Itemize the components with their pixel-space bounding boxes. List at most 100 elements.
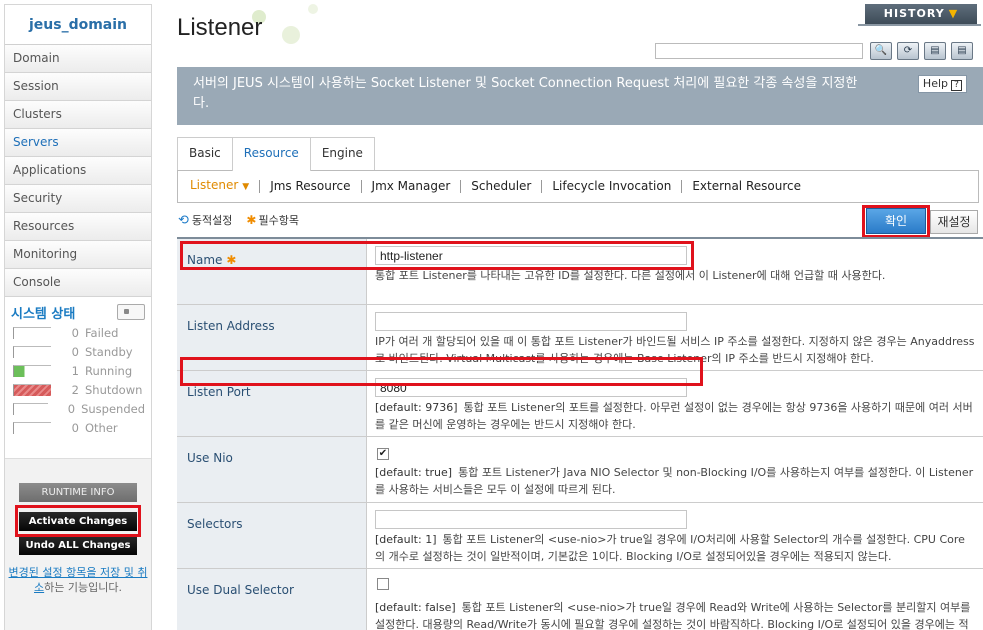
field-body: ✔ [default: true] 통합 포트 Listener가 Java NI… bbox=[367, 437, 983, 502]
sidebar-item-session[interactable]: Session bbox=[5, 73, 151, 101]
domain-title[interactable]: jeus_domain bbox=[5, 5, 151, 45]
tab-basic[interactable]: Basic bbox=[177, 137, 233, 170]
legend: ⟲ 동적설정 ✱ 필수항목 bbox=[178, 212, 299, 228]
status-bar bbox=[13, 345, 51, 358]
field-body: IP가 여러 개 할당되어 있을 때 이 통합 포트 Listener가 바인드… bbox=[367, 305, 983, 370]
required-icon: ✱ bbox=[226, 253, 237, 267]
tab-resource[interactable]: Resource bbox=[231, 137, 311, 171]
field-body: [default: false] 통합 포트 Listener의 <use-nio… bbox=[367, 569, 983, 630]
field-label: Listen Address bbox=[177, 305, 367, 370]
search-input[interactable] bbox=[655, 43, 863, 59]
field-label: Selectors bbox=[177, 503, 367, 568]
main-content: Listener HISTORY ▼ 🔍 ⟳ ▤ ▤ 서버의 JEUS 시스템이 … bbox=[160, 0, 983, 630]
default-value: [default: 9736] bbox=[375, 401, 458, 414]
status-bar bbox=[13, 383, 51, 396]
undo-all-changes-button[interactable]: Undo ALL Changes bbox=[19, 536, 137, 555]
use-nio-help: 통합 포트 Listener가 Java NIO Selector 및 non-… bbox=[375, 466, 974, 496]
status-label: Suspended bbox=[81, 401, 145, 416]
history-underline bbox=[858, 24, 981, 26]
xml-export-icon[interactable]: ▤ bbox=[924, 42, 946, 60]
sub-tab-label: Listener bbox=[190, 178, 239, 192]
status-label: Failed bbox=[85, 325, 119, 340]
runtime-info-button[interactable]: RUNTIME INFO bbox=[19, 483, 137, 502]
default-value: [default: 1] bbox=[375, 533, 437, 546]
reset-button[interactable]: 재설정 bbox=[930, 210, 978, 234]
sidebar-item-clusters[interactable]: Clusters bbox=[5, 101, 151, 129]
use-nio-checkbox[interactable]: ✔ bbox=[377, 448, 389, 460]
sub-tab-jmx-manager[interactable]: Jmx Manager bbox=[360, 180, 461, 193]
use-dual-selector-help: 통합 포트 Listener의 <use-nio>가 true일 경우에 Rea… bbox=[375, 601, 971, 630]
use-dual-selector-checkbox[interactable] bbox=[377, 578, 389, 590]
form-row-name: Name✱ 통합 포트 Listener를 나타내는 고유한 ID를 설정한다.… bbox=[177, 239, 983, 305]
sub-tab-scheduler[interactable]: Scheduler bbox=[460, 180, 541, 193]
xml-import-icon[interactable]: ▤ bbox=[951, 42, 973, 60]
status-bar bbox=[13, 421, 51, 434]
search-icon[interactable]: 🔍 bbox=[870, 42, 892, 60]
history-button[interactable]: HISTORY ▼ bbox=[865, 4, 977, 24]
activate-changes-button[interactable]: Activate Changes bbox=[19, 512, 137, 531]
status-row-failed: 0 Failed bbox=[11, 323, 145, 342]
tab-engine[interactable]: Engine bbox=[309, 137, 375, 170]
sidebar-item-servers[interactable]: Servers bbox=[5, 129, 151, 157]
sidebar-item-domain[interactable]: Domain bbox=[5, 45, 151, 73]
status-label: Shutdown bbox=[85, 382, 143, 397]
form-row-selectors: Selectors [default: 1] 통합 포트 Listener의 <u… bbox=[177, 503, 983, 569]
ok-button[interactable]: 확인 bbox=[866, 208, 926, 234]
status-label: Other bbox=[85, 420, 118, 435]
decor-dot bbox=[282, 26, 300, 44]
status-count: 0 bbox=[71, 420, 79, 435]
sub-tab-external-resource[interactable]: External Resource bbox=[681, 180, 811, 193]
status-row-shutdown: 2 Shutdown bbox=[11, 380, 145, 399]
status-count: 0 bbox=[67, 401, 76, 416]
status-count: 2 bbox=[71, 382, 79, 397]
sub-tab-lifecycle-invocation[interactable]: Lifecycle Invocation bbox=[541, 180, 681, 193]
sub-tab-listener[interactable]: Listener ▼ bbox=[186, 179, 259, 194]
sidebar-item-resources[interactable]: Resources bbox=[5, 213, 151, 241]
status-row-suspended: 0 Suspended bbox=[11, 399, 145, 418]
refresh-icon[interactable]: ⟳ bbox=[897, 42, 919, 60]
status-row-other: 0 Other bbox=[11, 418, 145, 437]
default-value: [default: true] bbox=[375, 466, 453, 479]
name-field[interactable] bbox=[375, 246, 687, 265]
status-row-running: 1 Running bbox=[11, 361, 145, 380]
monitor-icon[interactable] bbox=[117, 304, 145, 320]
chevron-down-icon: ▼ bbox=[948, 7, 959, 20]
status-bar bbox=[13, 326, 51, 339]
status-row-standby: 0 Standby bbox=[11, 342, 145, 361]
form-row-use-nio: Use Nio ✔ [default: true] 통합 포트 Listener가… bbox=[177, 437, 983, 503]
sidebar-item-applications[interactable]: Applications bbox=[5, 157, 151, 185]
selectors-field[interactable] bbox=[375, 510, 687, 529]
sub-tab-bar: Listener ▼ Jms Resource Jmx Manager Sched… bbox=[177, 170, 979, 203]
sidebar-item-console[interactable]: Console bbox=[5, 269, 151, 297]
listen-port-help: 통합 포트 Listener의 포트를 설정한다. 아무런 설정이 없는 경우에… bbox=[375, 401, 973, 431]
legend-dynamic: 동적설정 bbox=[191, 214, 233, 227]
required-icon: ✱ bbox=[246, 213, 257, 227]
listen-port-field[interactable] bbox=[375, 378, 687, 397]
sidebar-item-monitoring[interactable]: Monitoring bbox=[5, 241, 151, 269]
status-count: 1 bbox=[71, 363, 79, 378]
status-count: 0 bbox=[71, 325, 79, 340]
field-body: 통합 포트 Listener를 나타내는 고유한 ID를 설정한다. 다른 설정… bbox=[367, 239, 983, 304]
runtime-panel: RUNTIME INFO Activate Changes Undo ALL C… bbox=[5, 473, 151, 630]
listener-form: Name✱ 통합 포트 Listener를 나타내는 고유한 ID를 설정한다.… bbox=[177, 237, 983, 630]
name-label: Name bbox=[187, 253, 223, 267]
dynamic-setting-icon: ⟲ bbox=[178, 212, 189, 228]
admin-console: jeus_domain Domain Session Clusters Serv… bbox=[0, 0, 983, 630]
description-text: 서버의 JEUS 시스템이 사용하는 Socket Listener 및 Soc… bbox=[193, 76, 858, 111]
status-bar bbox=[13, 402, 48, 415]
default-value: [default: false] bbox=[375, 601, 456, 614]
sub-tab-jms-resource[interactable]: Jms Resource bbox=[259, 180, 360, 193]
status-label: Running bbox=[85, 363, 133, 378]
listen-address-field[interactable] bbox=[375, 312, 687, 331]
help-button[interactable]: Help? bbox=[917, 75, 967, 93]
form-row-listen-port: Listen Port [default: 9736]통합 포트 Listene… bbox=[177, 371, 983, 437]
status-label: Standby bbox=[85, 344, 133, 359]
field-label: Use Dual Selector bbox=[177, 569, 367, 630]
selectors-help: 통합 포트 Listener의 <use-nio>가 true일 경우에 I/O… bbox=[375, 533, 965, 563]
sidebar-item-security[interactable]: Security bbox=[5, 185, 151, 213]
decor-dot bbox=[308, 4, 318, 14]
system-status-title: 시스템 상태 bbox=[11, 306, 76, 322]
system-status-panel: 시스템 상태 0 Failed 0 Standby 1 Running 2 Shutdo… bbox=[5, 297, 151, 459]
form-row-use-dual-selector: Use Dual Selector [default: false] 통합 포트 … bbox=[177, 569, 983, 630]
form-row-listen-address: Listen Address IP가 여러 개 할당되어 있을 때 이 통합 포… bbox=[177, 305, 983, 371]
